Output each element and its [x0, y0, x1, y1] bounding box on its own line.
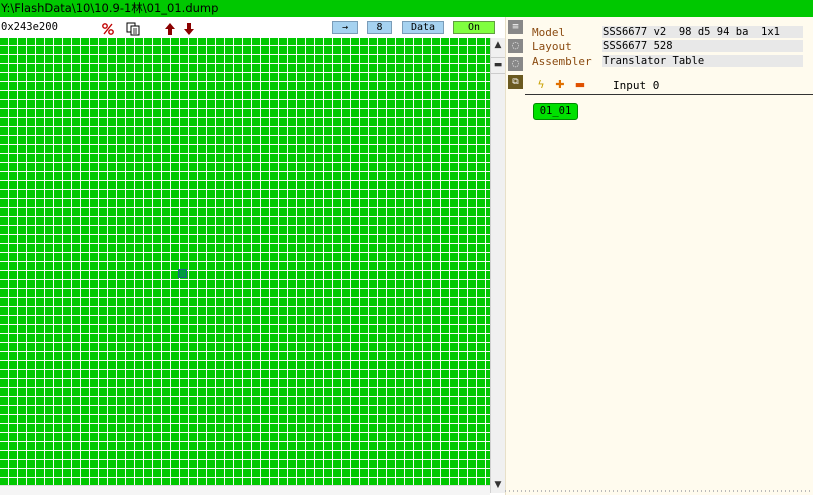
bulb-icon[interactable]: ◌	[508, 39, 523, 53]
window-title: Y:\FlashData\10\10.9-1林\01_01.dump	[0, 0, 813, 17]
layout-label: Layout	[532, 40, 572, 53]
arrow-down-icon[interactable]	[182, 21, 196, 35]
add-icon[interactable]: ✚	[554, 79, 566, 91]
selected-cell[interactable]	[178, 269, 187, 278]
width-button[interactable]: 8	[367, 21, 392, 34]
layout-value: SSS6677 528	[602, 40, 803, 52]
on-toggle-button[interactable]: On	[453, 21, 495, 34]
data-mode-button[interactable]: Data	[402, 21, 444, 34]
input-label: Input 0	[613, 79, 660, 92]
scroll-thumb[interactable]: ▬	[491, 57, 505, 74]
bulb-icon[interactable]: ◌	[508, 57, 523, 71]
assembler-label: Assembler	[532, 55, 592, 68]
address-input[interactable]	[0, 20, 90, 34]
model-label: Model	[532, 26, 566, 39]
divider	[525, 94, 813, 95]
lightning-icon[interactable]: ϟ	[535, 79, 547, 91]
flash-block-grid[interactable]	[0, 38, 490, 485]
toolbar: → 8 Data On	[0, 17, 505, 38]
vertical-scrollbar[interactable]: ▲ ▬ ▼	[490, 38, 505, 493]
assembler-icon[interactable]: ⧉	[508, 75, 523, 89]
scroll-up-icon[interactable]: ▲	[491, 38, 505, 53]
scroll-down-icon[interactable]: ▼	[491, 478, 505, 493]
properties-panel: ≡ ◌ ◌ ⧉ Model SSS6677 v2 98 d5 94 ba 1x1…	[505, 17, 813, 495]
dump-chip[interactable]: 01_01	[533, 103, 578, 120]
percent-icon[interactable]	[101, 21, 115, 35]
direction-button[interactable]: →	[332, 21, 358, 34]
model-value: SSS6677 v2 98 d5 94 ba 1x1	[602, 26, 803, 38]
list-icon[interactable]: ≡	[508, 20, 523, 34]
divider	[505, 490, 813, 492]
copy-icon[interactable]	[126, 21, 140, 36]
arrow-up-icon[interactable]	[163, 21, 177, 35]
horizontal-scrollbar[interactable]	[0, 485, 490, 495]
remove-icon[interactable]: ▬	[574, 79, 586, 91]
assembler-value: Translator Table	[602, 55, 803, 67]
